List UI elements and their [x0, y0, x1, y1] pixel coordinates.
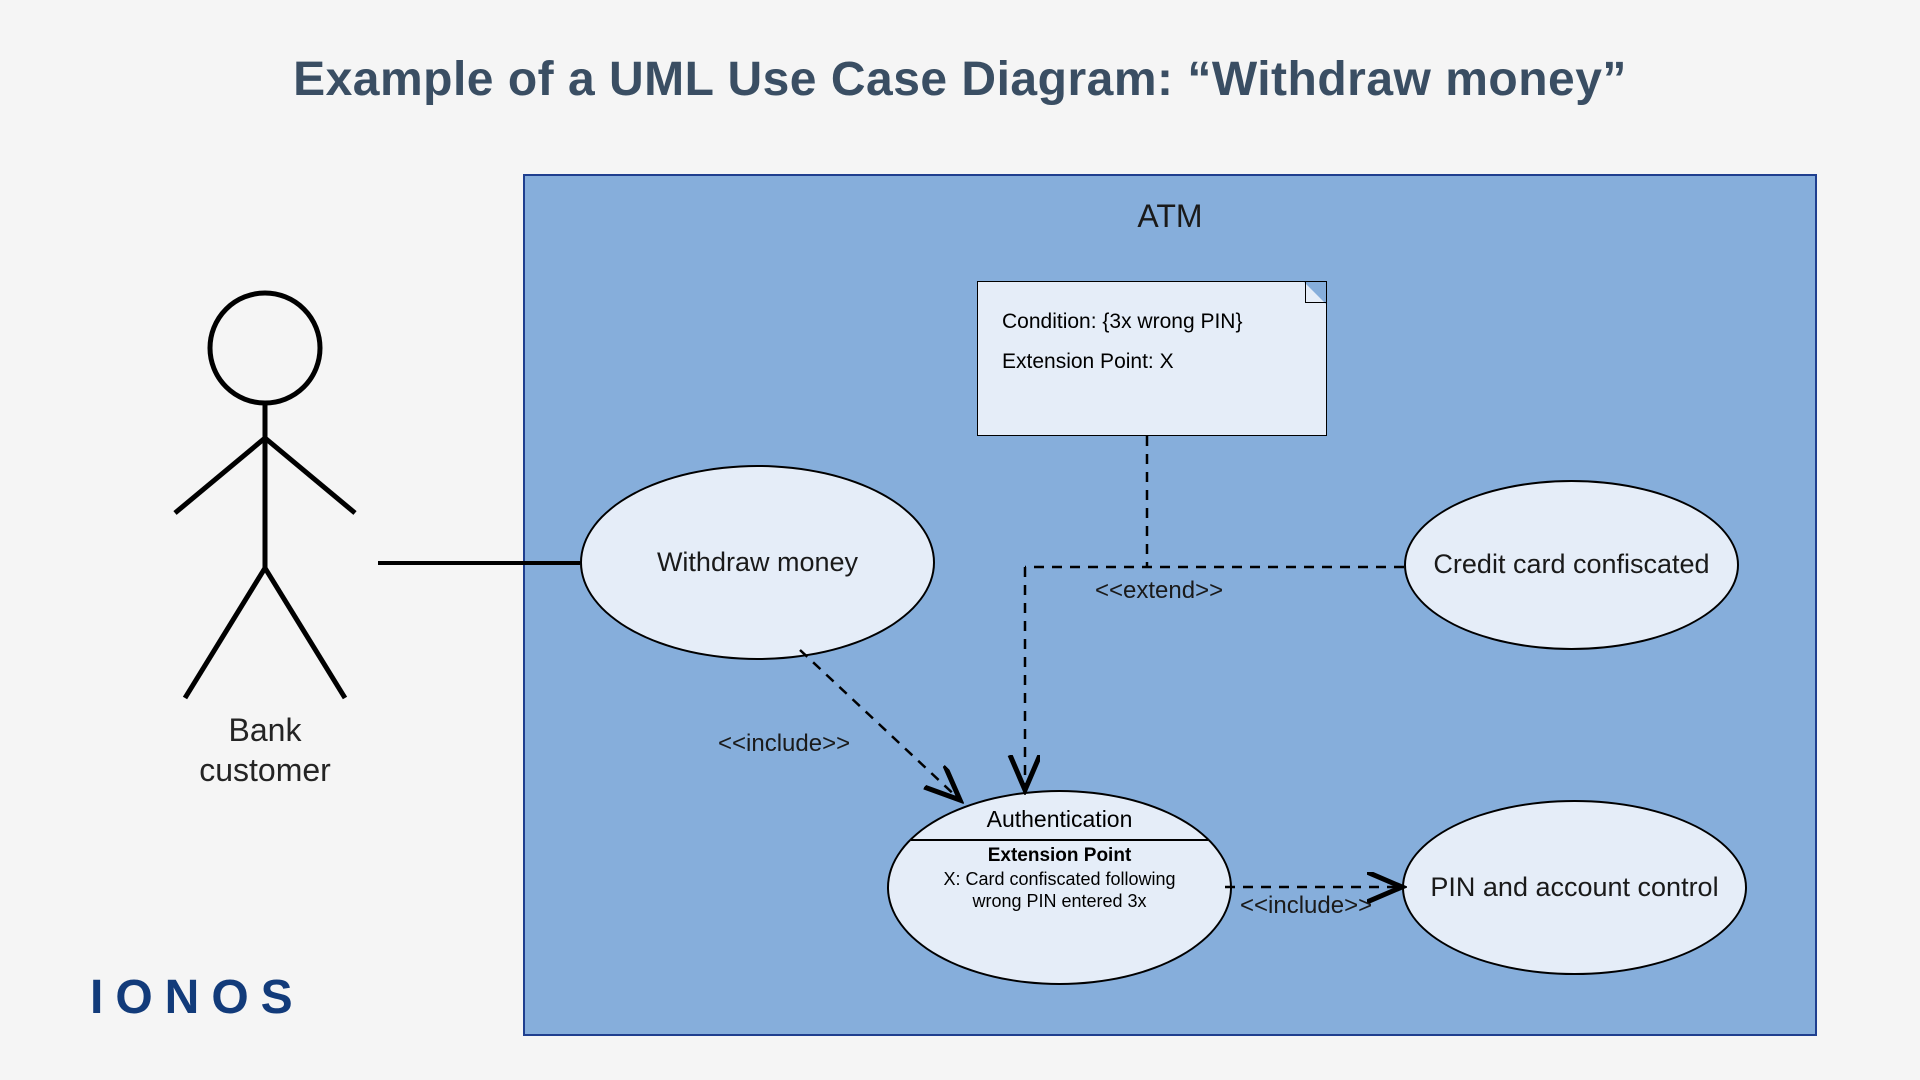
note-box: Condition: {3x wrong PIN} Extension Poin…: [977, 281, 1327, 436]
relation-include-1: <<include>>: [718, 730, 850, 758]
actor-name: Bank customer: [135, 710, 395, 790]
logo-text: IONOS: [90, 970, 305, 1025]
usecase-credit-card-confiscated: Credit card confiscated: [1404, 480, 1739, 650]
relation-include-2: <<include>>: [1240, 892, 1372, 920]
usecase-label: PIN and account control: [1404, 871, 1745, 905]
auth-name: Authentication: [889, 806, 1230, 833]
usecase-withdraw-money: Withdraw money: [580, 465, 935, 660]
auth-divider: [911, 839, 1208, 841]
usecase-label: Withdraw money: [582, 546, 933, 580]
diagram-title: Example of a UML Use Case Diagram: “With…: [0, 52, 1920, 107]
auth-extension-header: Extension Point: [889, 845, 1230, 867]
system-name: ATM: [525, 198, 1815, 235]
note-extension-point: Extension Point: X: [1002, 342, 1302, 382]
note-condition: Condition: {3x wrong PIN}: [1002, 302, 1302, 342]
usecase-label: Credit card confiscated: [1406, 548, 1737, 582]
auth-extension-desc: X: Card confiscated following wrong PIN …: [889, 867, 1230, 912]
usecase-pin-account-control: PIN and account control: [1402, 800, 1747, 975]
actor-icon: [140, 288, 390, 708]
usecase-authentication: Authentication Extension Point X: Card c…: [887, 790, 1232, 985]
relation-extend: <<extend>>: [1095, 577, 1223, 605]
